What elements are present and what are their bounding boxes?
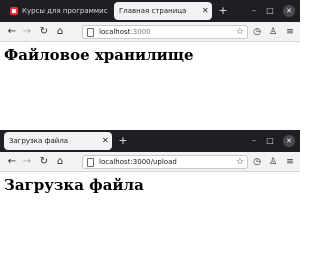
close-window-icon[interactable]: ✕ — [283, 135, 295, 147]
page-info-icon[interactable] — [87, 158, 94, 167]
tab-home[interactable]: Главная страница ✕ — [114, 2, 212, 20]
tab-strip: Загрузка файла ✕ + – □ ✕ — [0, 130, 300, 152]
close-tab-icon[interactable]: ✕ — [202, 2, 209, 20]
new-tab-button[interactable]: + — [216, 3, 230, 19]
url-text: localhost:3000 — [99, 26, 151, 38]
back-icon[interactable]: ← — [5, 24, 19, 40]
nav-toolbar: ← → ↻ ⌂ localhost:3000 ☆ ◷ ♙ ≡ — [0, 22, 300, 42]
home-icon[interactable]: ⌂ — [53, 154, 67, 170]
back-icon[interactable]: ← — [5, 154, 19, 170]
bookmark-star-icon[interactable]: ☆ — [236, 156, 244, 168]
new-tab-button[interactable]: + — [116, 133, 130, 149]
menu-icon[interactable]: ≡ — [284, 25, 296, 39]
history-icon[interactable]: ◷ — [251, 25, 263, 39]
minimize-icon[interactable]: – — [248, 5, 260, 17]
page-title: Файловое хранилище — [4, 46, 194, 64]
reload-icon[interactable]: ↻ — [37, 24, 51, 40]
tab-upload[interactable]: Загрузка файла ✕ — [4, 132, 112, 150]
history-icon[interactable]: ◷ — [251, 155, 263, 169]
url-host: localhost — [99, 28, 131, 36]
site-favicon-icon — [10, 7, 18, 15]
url-path: /upload — [150, 158, 177, 166]
browser-window-home: Курсы для программис Главная страница ✕ … — [0, 0, 300, 122]
tab-strip: Курсы для программис Главная страница ✕ … — [0, 0, 300, 22]
tab-title: Загрузка файла — [9, 137, 69, 145]
tab-title: Главная страница — [119, 7, 187, 15]
menu-icon[interactable]: ≡ — [284, 155, 296, 169]
minimize-icon[interactable]: – — [248, 135, 260, 147]
bookmark-star-icon[interactable]: ☆ — [236, 26, 244, 38]
forward-icon[interactable]: → — [20, 154, 34, 170]
account-icon[interactable]: ♙ — [267, 25, 279, 39]
page-title: Загрузка файла — [4, 176, 144, 194]
address-bar[interactable]: localhost:3000 ☆ — [82, 25, 248, 39]
home-icon[interactable]: ⌂ — [53, 24, 67, 40]
browser-window-upload: Загрузка файла ✕ + – □ ✕ ← → ↻ ⌂ localho… — [0, 130, 300, 262]
reload-icon[interactable]: ↻ — [37, 154, 51, 170]
close-tab-icon[interactable]: ✕ — [102, 132, 109, 150]
account-icon[interactable]: ♙ — [267, 155, 279, 169]
nav-toolbar: ← → ↻ ⌂ localhost:3000/upload ☆ ◷ ♙ ≡ — [0, 152, 300, 172]
close-window-icon[interactable]: ✕ — [283, 5, 295, 17]
url-port: :3000 — [130, 158, 151, 166]
url-host: localhost — [99, 158, 131, 166]
address-bar[interactable]: localhost:3000/upload ☆ — [82, 155, 248, 169]
tab-courses[interactable]: Курсы для программис — [4, 2, 112, 20]
page-info-icon[interactable] — [87, 28, 94, 37]
url-port: :3000 — [130, 28, 151, 36]
url-text: localhost:3000/upload — [99, 156, 177, 168]
tab-title: Курсы для программис — [22, 7, 108, 15]
forward-icon[interactable]: → — [20, 24, 34, 40]
maximize-icon[interactable]: □ — [264, 5, 276, 17]
maximize-icon[interactable]: □ — [264, 135, 276, 147]
